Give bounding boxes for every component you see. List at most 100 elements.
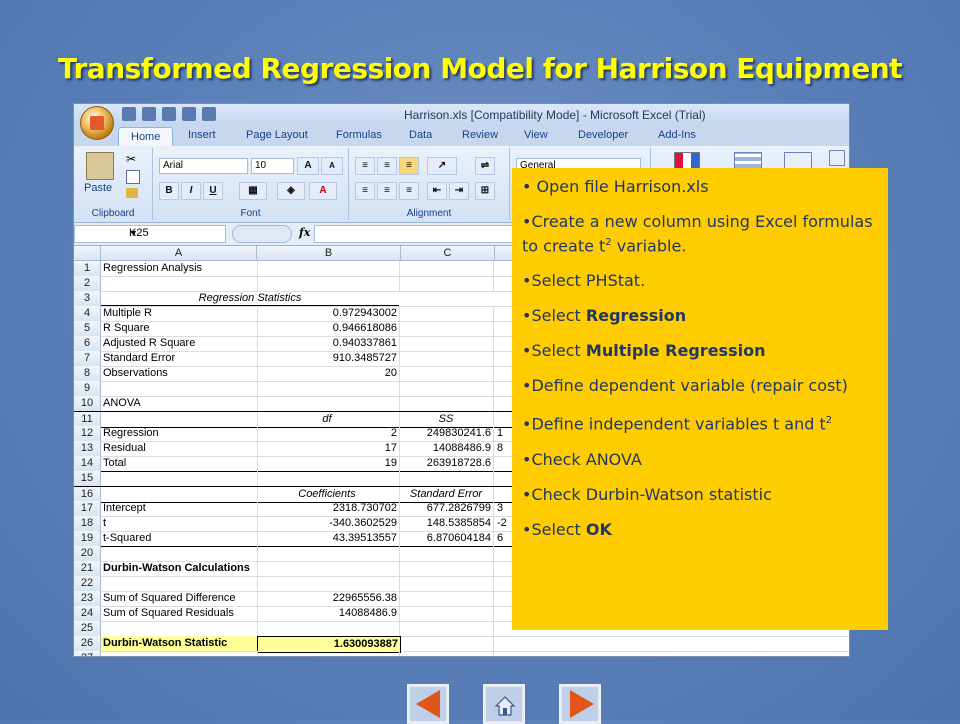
shrink-font-button[interactable]: A bbox=[321, 157, 343, 175]
row-header[interactable]: 16 bbox=[74, 487, 101, 502]
tab-review[interactable]: Review bbox=[462, 129, 498, 141]
row-header[interactable]: 17 bbox=[74, 501, 101, 516]
font-color-icon[interactable]: A bbox=[309, 182, 337, 200]
row-header[interactable]: 22 bbox=[74, 576, 101, 591]
row-header[interactable]: 26 bbox=[74, 636, 101, 651]
row-header[interactable]: 10 bbox=[74, 396, 101, 411]
column-header-b[interactable]: B bbox=[257, 246, 401, 261]
undo-icon[interactable] bbox=[142, 107, 156, 121]
cell-b[interactable]: 910.3485727 bbox=[257, 351, 400, 366]
align-top-icon[interactable]: ≡ bbox=[355, 157, 375, 175]
cell-c[interactable]: 677.2826799 bbox=[401, 501, 494, 516]
row-header[interactable]: 8 bbox=[74, 366, 101, 381]
cell-c[interactable] bbox=[401, 321, 494, 336]
cell-a[interactable] bbox=[101, 471, 258, 486]
cell-a[interactable]: R Square bbox=[101, 321, 258, 336]
cell-b[interactable]: 0.946618086 bbox=[257, 321, 400, 336]
cell-b[interactable] bbox=[257, 381, 400, 396]
row-header[interactable]: 25 bbox=[74, 621, 101, 636]
cell-a[interactable]: Multiple R bbox=[101, 306, 258, 321]
row-header[interactable]: 2 bbox=[74, 276, 101, 291]
cell-b[interactable]: 0.940337861 bbox=[257, 336, 400, 351]
cell-c[interactable] bbox=[401, 351, 494, 366]
bold-button[interactable]: B bbox=[159, 182, 179, 200]
tab-data[interactable]: Data bbox=[409, 129, 432, 141]
font-size-select[interactable]: 10 bbox=[251, 158, 294, 174]
paste-button[interactable]: Paste bbox=[84, 182, 112, 194]
cell-a[interactable]: Regression bbox=[101, 426, 258, 441]
tab-developer[interactable]: Developer bbox=[578, 129, 628, 141]
cell-c[interactable] bbox=[401, 306, 494, 321]
cell-c[interactable] bbox=[401, 381, 494, 396]
cell-a[interactable] bbox=[101, 412, 258, 427]
align-left-icon[interactable]: ≡ bbox=[355, 182, 375, 200]
cell-c[interactable] bbox=[401, 576, 494, 591]
cell-c[interactable]: 14088486.9 bbox=[401, 441, 494, 456]
cell-a[interactable]: t-Squared bbox=[101, 531, 258, 546]
row-header[interactable]: 24 bbox=[74, 606, 101, 621]
home-button[interactable] bbox=[483, 684, 525, 724]
cell-b[interactable]: 22965556.38 bbox=[257, 591, 400, 606]
cell-a[interactable] bbox=[101, 621, 258, 636]
fx-icon[interactable]: fx bbox=[299, 226, 310, 239]
row-header[interactable]: 7 bbox=[74, 351, 101, 366]
wrap-text-icon[interactable]: ⇌ bbox=[475, 157, 495, 175]
cell-a[interactable]: Observations bbox=[101, 366, 258, 381]
cut-icon[interactable]: ✂ bbox=[126, 152, 136, 166]
cell-a[interactable] bbox=[101, 276, 258, 291]
print-preview-icon[interactable] bbox=[182, 107, 196, 121]
row-header[interactable]: 27 bbox=[74, 651, 101, 656]
copy-icon[interactable] bbox=[126, 170, 140, 184]
cell-c[interactable] bbox=[401, 546, 494, 561]
cell-c[interactable]: SS bbox=[401, 412, 494, 427]
cell-b[interactable]: 14088486.9 bbox=[257, 606, 400, 621]
cell-a[interactable]: Standard Error bbox=[101, 351, 258, 366]
fill-color-icon[interactable]: ◈ bbox=[277, 182, 305, 200]
cell-c[interactable]: 148.5385854 bbox=[401, 516, 494, 531]
cell-a[interactable]: ANOVA bbox=[101, 396, 258, 411]
cell-c[interactable] bbox=[401, 591, 494, 606]
cell-c[interactable]: 6.870604184 bbox=[401, 531, 494, 546]
align-middle-icon[interactable]: ≡ bbox=[377, 157, 397, 175]
select-all-corner[interactable] bbox=[74, 246, 101, 261]
cell-a[interactable]: Intercept bbox=[101, 501, 258, 516]
cell-b[interactable]: 20 bbox=[257, 366, 400, 381]
row-header[interactable]: 12 bbox=[74, 426, 101, 441]
cell-b[interactable] bbox=[257, 651, 400, 656]
cell-c[interactable] bbox=[401, 336, 494, 351]
increase-indent-icon[interactable]: ⇥ bbox=[449, 182, 469, 200]
row-header[interactable]: 9 bbox=[74, 381, 101, 396]
tab-add-ins[interactable]: Add-Ins bbox=[658, 129, 696, 141]
cell-b[interactable] bbox=[257, 471, 400, 486]
cell-a[interactable] bbox=[101, 381, 258, 396]
cell-a[interactable] bbox=[101, 576, 258, 591]
tab-view[interactable]: View bbox=[524, 129, 548, 141]
cell-b[interactable]: df bbox=[257, 412, 400, 427]
paste-icon[interactable] bbox=[86, 152, 114, 180]
row-header[interactable]: 5 bbox=[74, 321, 101, 336]
row-header[interactable]: 20 bbox=[74, 546, 101, 561]
cell-a[interactable]: t bbox=[101, 516, 258, 531]
tab-insert[interactable]: Insert bbox=[188, 129, 216, 141]
previous-slide-button[interactable] bbox=[407, 684, 449, 724]
save-icon[interactable] bbox=[122, 107, 136, 121]
cell-b[interactable]: 19 bbox=[257, 456, 400, 471]
cell-c[interactable] bbox=[401, 396, 494, 411]
row-header[interactable]: 15 bbox=[74, 471, 101, 486]
cell-b[interactable]: Coefficients bbox=[257, 487, 400, 502]
name-box[interactable]: K25 ▼ bbox=[74, 225, 226, 243]
cell-c[interactable] bbox=[401, 651, 494, 656]
cell-c[interactable] bbox=[401, 471, 494, 486]
align-right-icon[interactable]: ≡ bbox=[399, 182, 419, 200]
format-painter-icon[interactable] bbox=[126, 188, 138, 198]
cell-c[interactable] bbox=[401, 366, 494, 381]
column-header-c[interactable]: C bbox=[401, 246, 495, 261]
row-header[interactable]: 4 bbox=[74, 306, 101, 321]
cell-c[interactable] bbox=[401, 636, 494, 651]
cell-a[interactable]: Adjusted R Square bbox=[101, 336, 258, 351]
row-header[interactable]: 1 bbox=[74, 261, 101, 276]
cell-b[interactable]: 43.39513557 bbox=[257, 531, 400, 546]
font-name-select[interactable]: Arial bbox=[159, 158, 248, 174]
cell-b[interactable] bbox=[257, 561, 400, 576]
borders-icon[interactable]: ▦ bbox=[239, 182, 267, 200]
